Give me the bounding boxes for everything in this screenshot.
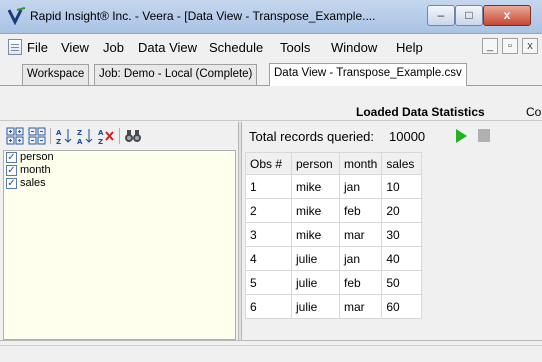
- data-table: Obs # person month sales 1 mike jan 10 2…: [245, 152, 423, 319]
- cell-person[interactable]: julie: [291, 294, 340, 319]
- collapse-all-icon[interactable]: [28, 127, 46, 145]
- cell-obs[interactable]: 6: [245, 294, 292, 319]
- menu-tools[interactable]: Tools: [280, 40, 310, 55]
- data-view-panel: Loaded Data Statistics Co AZ ZA AZ ✓ per…: [0, 86, 542, 362]
- cell-month[interactable]: jan: [338, 246, 383, 271]
- table-row[interactable]: 4 julie jan 40: [245, 246, 423, 271]
- cell-sales[interactable]: 50: [381, 270, 423, 295]
- cell-month[interactable]: mar: [338, 294, 383, 319]
- cell-sales[interactable]: 40: [381, 246, 423, 271]
- cell-obs[interactable]: 4: [245, 246, 292, 271]
- status-bar: [0, 340, 542, 362]
- cell-sales[interactable]: 20: [381, 198, 423, 223]
- field-label: person: [20, 151, 54, 163]
- column-header-sales[interactable]: sales: [381, 152, 423, 175]
- mdi-restore-button[interactable]: ▫: [502, 38, 518, 54]
- status-divider: [0, 345, 542, 346]
- column-header-obs[interactable]: Obs #: [245, 152, 292, 175]
- table-row[interactable]: 3 mike mar 30: [245, 222, 423, 247]
- cell-person[interactable]: julie: [291, 246, 340, 271]
- pane-splitter[interactable]: [238, 122, 242, 342]
- stop-icon[interactable]: [478, 129, 490, 142]
- menu-job[interactable]: Job: [103, 40, 124, 55]
- toolbar-separator: [119, 128, 120, 144]
- svg-text:Z: Z: [56, 138, 61, 145]
- menu-file[interactable]: File: [27, 40, 48, 55]
- cell-sales[interactable]: 30: [381, 222, 423, 247]
- field-label: sales: [20, 177, 46, 189]
- field-checkbox-sales[interactable]: ✓: [6, 178, 17, 189]
- menu-help[interactable]: Help: [396, 40, 423, 55]
- cell-month[interactable]: feb: [338, 198, 383, 223]
- svg-text:A: A: [56, 129, 62, 137]
- window-title: Rapid Insight® Inc. - Veera - [Data View…: [30, 9, 376, 23]
- tab-job-demo[interactable]: Job: Demo - Local (Complete): [94, 64, 258, 85]
- table-row[interactable]: 1 mike jan 10: [245, 174, 423, 199]
- field-item-month[interactable]: ✓ month: [4, 164, 235, 177]
- field-list: ✓ person ✓ month ✓ sales: [3, 150, 236, 340]
- toolbar-separator: [50, 128, 51, 144]
- mdi-minimize-button[interactable]: _: [482, 38, 498, 54]
- field-label: month: [20, 164, 51, 176]
- menu-bar: File View Job Data View Schedule Tools W…: [0, 34, 542, 60]
- cell-person[interactable]: mike: [291, 222, 340, 247]
- svg-text:A: A: [98, 129, 104, 137]
- maximize-button[interactable]: □: [455, 5, 483, 26]
- sort-descending-icon[interactable]: ZA: [76, 127, 94, 146]
- veera-logo-icon: [7, 7, 26, 26]
- svg-text:Z: Z: [98, 138, 103, 145]
- title-bar: Rapid Insight® Inc. - Veera - [Data View…: [0, 0, 542, 34]
- menu-window[interactable]: Window: [331, 40, 377, 55]
- cell-sales[interactable]: 10: [381, 174, 423, 199]
- records-value: 10000: [389, 129, 426, 144]
- cell-obs[interactable]: 5: [245, 270, 292, 295]
- cell-month[interactable]: feb: [338, 270, 383, 295]
- document-tabs: Workspace Job: Demo - Local (Complete) D…: [0, 60, 542, 86]
- records-bar: Total records queried: 10000: [243, 122, 542, 150]
- document-icon: [8, 39, 22, 55]
- minimize-button[interactable]: –: [427, 5, 455, 26]
- field-item-sales[interactable]: ✓ sales: [4, 177, 235, 190]
- menu-view[interactable]: View: [61, 40, 89, 55]
- cell-obs[interactable]: 3: [245, 222, 292, 247]
- cell-person[interactable]: mike: [291, 198, 340, 223]
- menu-schedule[interactable]: Schedule: [209, 40, 263, 55]
- field-checkbox-month[interactable]: ✓: [6, 165, 17, 176]
- tab-workspace[interactable]: Workspace: [22, 64, 90, 85]
- svg-text:A: A: [77, 138, 83, 145]
- svg-text:Z: Z: [77, 129, 82, 137]
- play-icon[interactable]: [456, 129, 467, 143]
- cell-month[interactable]: mar: [338, 222, 383, 247]
- mdi-close-button[interactable]: x: [522, 38, 538, 54]
- sort-ascending-icon[interactable]: AZ: [55, 127, 73, 146]
- cell-sales[interactable]: 60: [381, 294, 423, 319]
- cell-person[interactable]: mike: [291, 174, 340, 199]
- column-header-month[interactable]: month: [338, 152, 383, 175]
- expand-all-icon[interactable]: [6, 127, 24, 145]
- banner-truncated-label[interactable]: Co: [526, 105, 541, 119]
- table-row[interactable]: 5 julie feb 50: [245, 270, 423, 295]
- find-icon[interactable]: [124, 127, 142, 145]
- field-checkbox-person[interactable]: ✓: [6, 152, 17, 163]
- table-header-row: Obs # person month sales: [245, 152, 423, 175]
- table-row[interactable]: 2 mike feb 20: [245, 198, 423, 223]
- field-item-person[interactable]: ✓ person: [4, 151, 235, 164]
- cell-obs[interactable]: 1: [245, 174, 292, 199]
- table-row[interactable]: 6 julie mar 60: [245, 294, 423, 319]
- field-toolbar: AZ ZA AZ: [0, 122, 237, 150]
- loaded-data-statistics-title[interactable]: Loaded Data Statistics: [356, 105, 485, 119]
- close-button[interactable]: x: [483, 5, 531, 26]
- cell-person[interactable]: julie: [291, 270, 340, 295]
- data-grid-pane: Total records queried: 10000 Obs # perso…: [243, 122, 542, 342]
- clear-sort-icon[interactable]: AZ: [97, 127, 115, 146]
- cell-month[interactable]: jan: [338, 174, 383, 199]
- column-header-person[interactable]: person: [291, 152, 340, 175]
- divider: [0, 120, 542, 121]
- cell-obs[interactable]: 2: [245, 198, 292, 223]
- tab-data-view[interactable]: Data View - Transpose_Example.csv: [269, 63, 467, 86]
- records-label: Total records queried:: [249, 129, 375, 144]
- menu-data-view[interactable]: Data View: [138, 40, 197, 55]
